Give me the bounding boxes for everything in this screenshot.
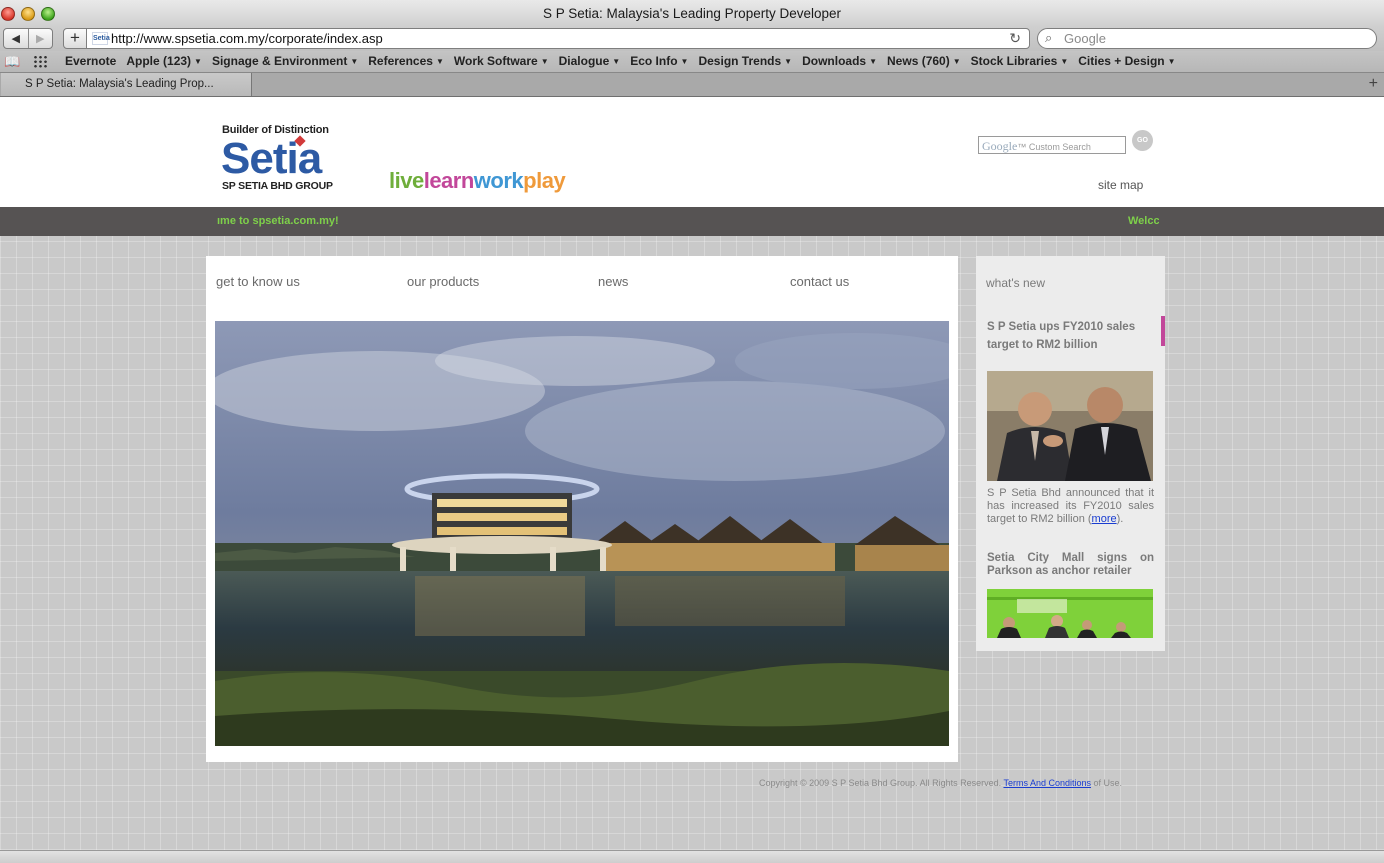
site-header: Builder of Distinction Setia SP SETIA BH… bbox=[0, 97, 1384, 207]
bookmark-label: Signage & Environment bbox=[211, 54, 348, 68]
slogan-play: play bbox=[523, 168, 566, 193]
slogan-live: live bbox=[389, 168, 424, 193]
search-icon: ⌕ bbox=[1045, 30, 1053, 45]
add-bookmark-button[interactable]: + bbox=[63, 28, 87, 49]
copyright-text: Copyright © 2009 S P Setia Bhd Group. Al… bbox=[759, 778, 1002, 788]
web-page: Builder of Distinction Setia SP SETIA BH… bbox=[0, 97, 1384, 850]
main-content-panel: get to know us our products news contact… bbox=[206, 256, 958, 762]
logo-wordmark[interactable]: Setia bbox=[221, 134, 322, 184]
bookmark-label: Eco Info bbox=[630, 54, 678, 68]
news-item-2-title[interactable]: Setia City Mall signs on Parkson as anch… bbox=[987, 552, 1154, 578]
slogan-work: work bbox=[473, 168, 524, 193]
news-item-2-photo[interactable] bbox=[987, 589, 1153, 638]
ticker-window: ıme to spsetia.com.my! Welcc bbox=[217, 207, 1159, 236]
bookmark-item[interactable]: Downloads ▼ bbox=[802, 54, 877, 68]
tab-active[interactable]: S P Setia: Malaysia's Leading Prop... bbox=[1, 73, 252, 96]
history-buttons: ◀ ▶ bbox=[3, 28, 53, 49]
bookmark-item[interactable]: References ▼ bbox=[368, 54, 444, 68]
bookmark-label: Evernote bbox=[65, 54, 117, 68]
address-bar[interactable]: Setia http://www.spsetia.com.my/corporat… bbox=[86, 28, 1030, 49]
tab-bar: S P Setia: Malaysia's Leading Prop... + bbox=[0, 73, 1384, 97]
nav-get-to-know-us[interactable]: get to know us bbox=[216, 274, 300, 289]
bookmark-label: References bbox=[368, 54, 433, 68]
dropdown-arrow-icon: ▼ bbox=[1167, 57, 1176, 66]
new-tab-icon[interactable]: + bbox=[1369, 75, 1378, 93]
news-item-1-more-link[interactable]: more bbox=[1092, 513, 1117, 525]
bookmark-label: Stock Libraries bbox=[970, 54, 1058, 68]
bookmark-item[interactable]: Cities + Design ▼ bbox=[1078, 54, 1175, 68]
bookmark-item[interactable]: Design Trends ▼ bbox=[698, 54, 792, 68]
url-text[interactable]: http://www.spsetia.com.my/corporate/inde… bbox=[111, 31, 383, 46]
forward-button[interactable]: ▶ bbox=[27, 29, 53, 48]
ticker-text-repeat: Welcc bbox=[1128, 215, 1159, 227]
grid-view-icon[interactable] bbox=[33, 55, 49, 68]
window-titlebar: S P Setia: Malaysia's Leading Property D… bbox=[0, 0, 1384, 27]
bookmark-label: News (760) bbox=[887, 54, 950, 68]
reload-icon[interactable]: ↻ bbox=[1009, 30, 1021, 47]
site-search-go-button[interactable]: GO bbox=[1132, 130, 1153, 151]
dropdown-arrow-icon: ▼ bbox=[612, 57, 621, 66]
bookmarks-bar: 📖 Evernote Apple (123) ▼ Signage & Environm… bbox=[0, 51, 1384, 73]
dropdown-arrow-icon: ▼ bbox=[952, 57, 961, 66]
bookmark-item[interactable]: Stock Libraries ▼ bbox=[971, 54, 1069, 68]
active-item-marker bbox=[1161, 316, 1165, 346]
dropdown-arrow-icon: ▼ bbox=[350, 57, 359, 66]
nav-news[interactable]: news bbox=[598, 274, 628, 289]
bookmark-label: Dialogue bbox=[558, 54, 610, 68]
news-ticker: ıme to spsetia.com.my! Welcc bbox=[0, 207, 1384, 236]
news-item-1-title[interactable]: S P Setia ups FY2010 sales target to RM2… bbox=[987, 318, 1155, 354]
bookmark-label: Apple (123) bbox=[126, 54, 192, 68]
dropdown-arrow-icon: ▼ bbox=[435, 57, 444, 66]
open-book-icon[interactable]: 📖 bbox=[4, 54, 20, 70]
hero-photo bbox=[215, 321, 949, 746]
dropdown-arrow-icon: ▼ bbox=[540, 57, 549, 66]
news-item-1-tail: ). bbox=[1116, 513, 1124, 525]
dropdown-arrow-icon: ▼ bbox=[869, 57, 878, 66]
news-item-1-photo[interactable] bbox=[987, 371, 1153, 481]
whats-new-panel: what's new S P Setia ups FY2010 sales ta… bbox=[976, 256, 1165, 651]
back-button[interactable]: ◀ bbox=[4, 29, 28, 48]
slogan-learn: learn bbox=[423, 168, 475, 193]
ticker-text: ıme to spsetia.com.my! bbox=[217, 215, 339, 227]
footer-copyright: Copyright © 2009 S P Setia Bhd Group. Al… bbox=[759, 778, 1122, 788]
dropdown-arrow-icon: ▼ bbox=[1060, 57, 1069, 66]
bookmark-label: Design Trends bbox=[698, 54, 782, 68]
search-placeholder: Google bbox=[1064, 31, 1106, 46]
nav-contact-us[interactable]: contact us bbox=[790, 274, 849, 289]
bookmark-item[interactable]: News (760) ▼ bbox=[887, 54, 961, 68]
site-search-input[interactable]: Google™ Custom Search bbox=[978, 136, 1126, 154]
site-favicon-icon: Setia bbox=[92, 32, 110, 45]
bookmark-label: Downloads bbox=[802, 54, 867, 68]
browser-toolbar: ◀ ▶ + Setia http://www.spsetia.com.my/co… bbox=[0, 27, 1384, 51]
window-title: S P Setia: Malaysia's Leading Property D… bbox=[543, 6, 841, 21]
bookmark-item[interactable]: Dialogue ▼ bbox=[559, 54, 621, 68]
dropdown-arrow-icon: ▼ bbox=[784, 57, 793, 66]
slogan: livelearnworkplay bbox=[389, 168, 566, 194]
bookmark-item[interactable]: Signage & Environment ▼ bbox=[212, 54, 358, 68]
dropdown-arrow-icon: ▼ bbox=[194, 57, 202, 66]
bookmark-item[interactable]: Apple (123) ▼ bbox=[126, 54, 202, 68]
bookmark-label: Cities + Design bbox=[1078, 54, 1165, 68]
logo-group-name: SP SETIA BHD GROUP bbox=[222, 180, 333, 192]
site-search-placeholder: Custom Search bbox=[1028, 142, 1091, 152]
nav-our-products[interactable]: our products bbox=[407, 274, 479, 289]
whats-new-heading: what's new bbox=[986, 276, 1045, 290]
news-item-1-summary: S P Setia Bhd announced that it has incr… bbox=[987, 487, 1154, 526]
bookmark-list: Evernote Apple (123) ▼ Signage & Environmen… bbox=[65, 54, 1176, 68]
terms-link[interactable]: Terms And Conditions bbox=[1003, 778, 1091, 788]
site-map-link[interactable]: site map bbox=[1098, 178, 1143, 192]
copyright-tail: of Use. bbox=[1091, 778, 1123, 788]
bookmark-item[interactable]: Work Software ▼ bbox=[454, 54, 549, 68]
dropdown-arrow-icon: ▼ bbox=[680, 57, 689, 66]
bookmark-item[interactable]: Evernote bbox=[65, 54, 116, 68]
news-item-1-body: S P Setia Bhd announced that it has incr… bbox=[987, 487, 1154, 525]
status-bar bbox=[0, 850, 1384, 863]
bookmark-item[interactable]: Eco Info ▼ bbox=[630, 54, 688, 68]
bookmark-label: Work Software bbox=[453, 54, 538, 68]
browser-search-input[interactable]: ⌕ Google bbox=[1037, 28, 1377, 49]
google-brand: Google bbox=[982, 139, 1018, 153]
